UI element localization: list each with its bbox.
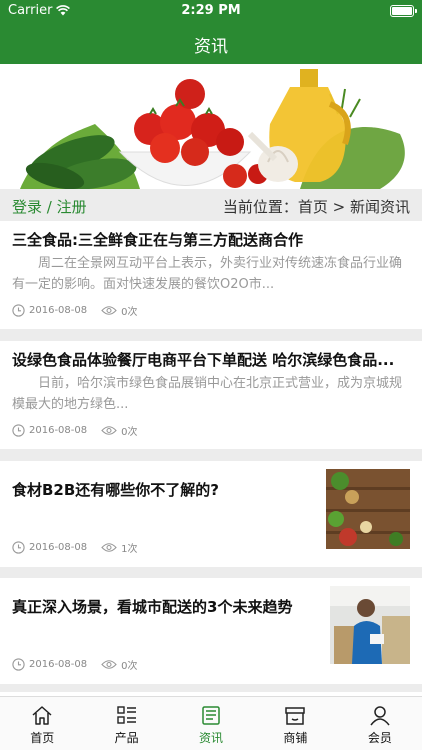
news-thumbnail[interactable] bbox=[326, 469, 410, 549]
breadcrumb-separator: > bbox=[327, 198, 350, 216]
bottom-tab-bar: 首页 产品 资讯 商铺 会员 bbox=[0, 696, 422, 750]
news-meta: 2016-08-08 0次 bbox=[12, 303, 138, 318]
register-link[interactable]: 注册 bbox=[57, 198, 87, 216]
breadcrumb-current: 新闻资讯 bbox=[349, 198, 410, 216]
status-bar: Carrier 2:29 PM bbox=[0, 0, 422, 22]
tab-store[interactable]: 商铺 bbox=[253, 697, 337, 750]
tab-products[interactable]: 产品 bbox=[84, 697, 168, 750]
news-views: 0次 bbox=[121, 427, 138, 438]
news-views: 0次 bbox=[121, 661, 138, 672]
tab-member[interactable]: 会员 bbox=[338, 697, 422, 750]
battery-icon bbox=[390, 5, 417, 17]
grid-list-icon bbox=[116, 706, 136, 724]
tab-label: 商铺 bbox=[283, 731, 308, 745]
auth-separator: / bbox=[42, 198, 57, 216]
breadcrumb-bar: 登录 / 注册 当前位置：首页 > 新闻资讯 bbox=[0, 189, 422, 221]
news-title[interactable]: 设绿色食品体验餐厅电商平台下单配送 哈尔滨绿色食品... bbox=[12, 349, 410, 370]
news-summary: 周二在全景网互动平台上表示，外卖行业对传统速冻食品行业确有一定的影响。面对快速发… bbox=[12, 256, 403, 292]
news-meta: 2016-08-08 1次 bbox=[12, 540, 138, 555]
news-date: 2016-08-08 bbox=[29, 659, 88, 670]
news-date: 2016-08-08 bbox=[29, 425, 88, 436]
clock-icon bbox=[12, 541, 25, 554]
banner-image[interactable] bbox=[0, 64, 422, 189]
vegetable-crate-image bbox=[326, 469, 410, 549]
news-title[interactable]: 真正深入场景，看城市配送的3个未来趋势 bbox=[12, 596, 312, 617]
news-list-item[interactable]: 设绿色食品体验餐厅电商平台下单配送 哈尔滨绿色食品... 日前，哈尔滨市绿色食品… bbox=[0, 341, 422, 449]
auth-links: 登录 / 注册 bbox=[12, 196, 87, 217]
news-views: 0次 bbox=[121, 307, 138, 318]
eye-icon bbox=[101, 426, 117, 435]
tab-label: 资讯 bbox=[199, 731, 224, 745]
news-thumbnail[interactable] bbox=[330, 586, 410, 664]
news-date: 2016-08-08 bbox=[29, 542, 88, 553]
delivery-worker-image bbox=[330, 586, 410, 664]
tab-label: 产品 bbox=[114, 731, 139, 745]
top-bar: Carrier 2:29 PM 资讯 bbox=[0, 0, 422, 64]
news-list-item[interactable]: 三全食品:三全鲜食正在与第三方配送商合作 周二在全景网互动平台上表示，外卖行业对… bbox=[0, 221, 422, 329]
clock: 2:29 PM bbox=[181, 3, 241, 18]
tab-label: 首页 bbox=[30, 731, 55, 745]
tab-label: 会员 bbox=[367, 731, 392, 745]
clock-icon bbox=[12, 304, 25, 317]
news-meta: 2016-08-08 0次 bbox=[12, 657, 138, 672]
clock-icon bbox=[12, 658, 25, 671]
news-meta: 2016-08-08 0次 bbox=[12, 423, 138, 438]
page-title: 资讯 bbox=[194, 37, 228, 57]
tab-home[interactable]: 首页 bbox=[0, 697, 84, 750]
eye-icon bbox=[101, 306, 117, 315]
store-icon bbox=[285, 707, 306, 725]
clock-icon bbox=[12, 424, 25, 437]
news-date: 2016-08-08 bbox=[29, 305, 88, 316]
vegetables-illustration bbox=[0, 64, 422, 189]
news-summary: 日前，哈尔滨市绿色食品展销中心在北京正式营业，成为京城规模最大的地方绿色... bbox=[12, 376, 403, 412]
news-views: 1次 bbox=[121, 544, 138, 555]
news-list-item[interactable]: 食材B2B还有哪些你不了解的? 2016-08-08 1次 bbox=[0, 461, 422, 567]
tab-news[interactable]: 资讯 bbox=[169, 697, 253, 750]
breadcrumb: 当前位置：首页 > 新闻资讯 bbox=[223, 196, 410, 217]
user-icon bbox=[370, 706, 390, 726]
news-icon bbox=[202, 706, 220, 725]
eye-icon bbox=[101, 543, 117, 552]
breadcrumb-prefix: 当前位置： bbox=[222, 198, 298, 216]
breadcrumb-home[interactable]: 首页 bbox=[298, 198, 328, 216]
news-title[interactable]: 食材B2B还有哪些你不了解的? bbox=[12, 479, 312, 500]
login-link[interactable]: 登录 bbox=[12, 198, 42, 216]
news-title[interactable]: 三全食品:三全鲜食正在与第三方配送商合作 bbox=[12, 229, 410, 250]
news-list-item[interactable]: 真正深入场景，看城市配送的3个未来趋势 2016-08-08 0次 bbox=[0, 578, 422, 684]
home-icon bbox=[32, 706, 52, 725]
eye-icon bbox=[101, 660, 117, 669]
